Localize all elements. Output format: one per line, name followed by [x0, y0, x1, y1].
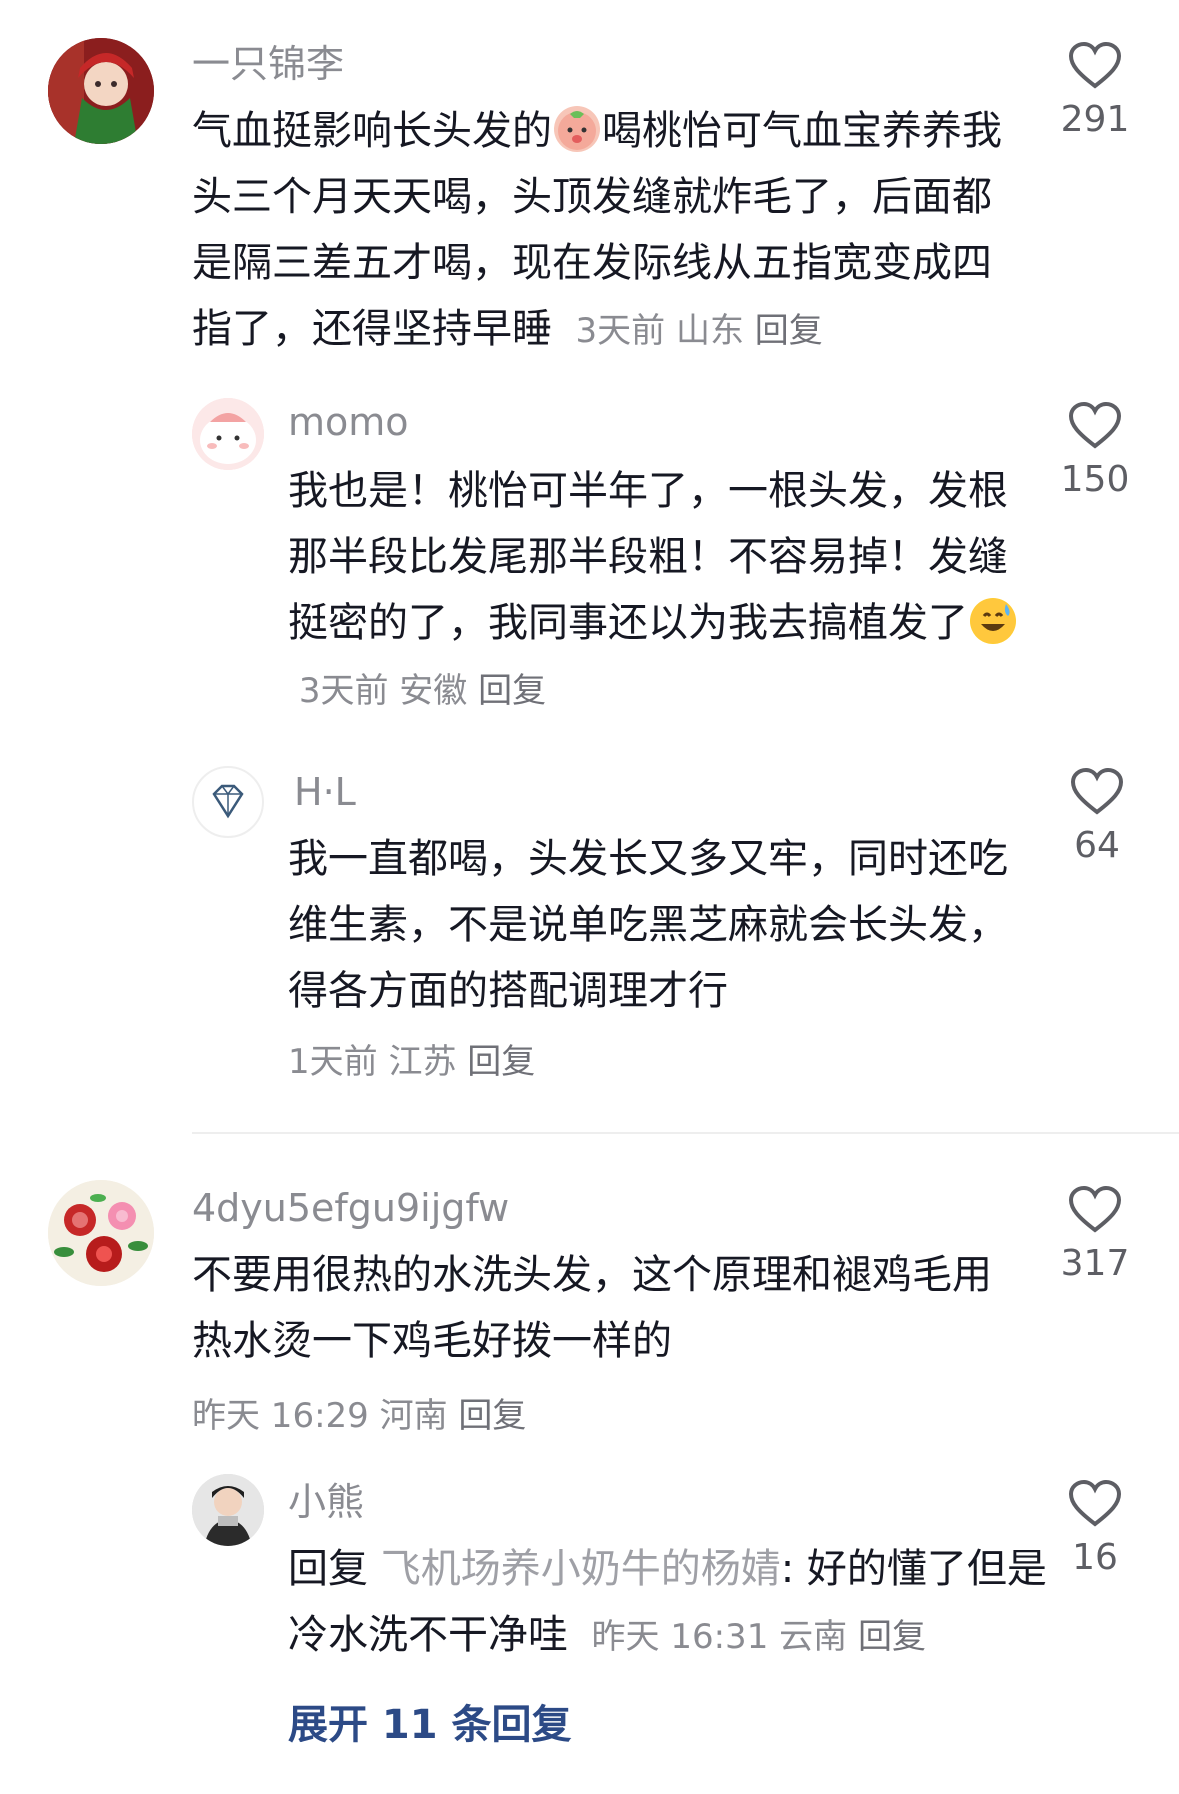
heart-icon — [1068, 1480, 1122, 1527]
like-count: 150 — [1060, 459, 1130, 500]
reply-button[interactable]: 回复 — [858, 1617, 926, 1657]
comment-text-part: 我也是！桃怡可半年了，一根头发，发根那半段比发尾那半段粗！不容易掉！发缝挺密的了… — [288, 468, 1008, 646]
comment-time: 昨天 16:29 — [192, 1396, 369, 1436]
comment-meta: 1天前 江苏 回复 — [288, 1034, 535, 1083]
reply-button[interactable]: 回复 — [458, 1396, 526, 1436]
divider — [192, 1132, 1179, 1134]
heart-icon — [1068, 42, 1122, 89]
girl-red-hood-avatar-icon — [48, 38, 154, 144]
user-avatar[interactable] — [48, 1180, 154, 1286]
user-avatar[interactable] — [192, 766, 264, 838]
user-avatar[interactable] — [192, 1474, 264, 1546]
comment-location: 云南 — [779, 1617, 848, 1657]
diamond-avatar-icon — [212, 784, 244, 819]
peony-flowers-avatar-icon — [48, 1180, 154, 1286]
comment-text: 回复 飞机场养小奶牛的杨婧: 好的懂了但是冷水洗不干净哇 昨天 16:31 云南… — [288, 1536, 1048, 1670]
username[interactable]: H·L — [294, 768, 356, 816]
like-button[interactable]: 64 — [1052, 768, 1142, 868]
like-count: 64 — [1074, 825, 1120, 866]
reply-button[interactable]: 回复 — [467, 1042, 535, 1082]
comment-text-part: 我一直都喝，头发长又多又牢，同时还吃维生素，不是说单吃黑芝麻就会长头发，得各方面… — [288, 836, 1008, 1014]
reply-button[interactable]: 回复 — [478, 671, 546, 711]
comment-location: 安徽 — [399, 671, 468, 711]
heart-icon — [1068, 1186, 1122, 1233]
like-button[interactable]: 16 — [1050, 1480, 1140, 1580]
comment-location: 江苏 — [388, 1042, 457, 1082]
like-button[interactable]: 317 — [1050, 1186, 1140, 1286]
user-avatar[interactable] — [48, 38, 154, 144]
comment-text: 我也是！桃怡可半年了，一根头发，发根那半段比发尾那半段粗！不容易掉！发缝挺密的了… — [288, 458, 1028, 724]
comment-meta: 3天前 山东 回复 — [565, 311, 823, 351]
username[interactable]: 4dyu5efgu9ijgfw — [192, 1184, 509, 1232]
reply-prefix: 回复 — [288, 1546, 368, 1592]
heart-icon — [1070, 768, 1124, 815]
comment-meta: 3天前 安徽 回复 — [288, 671, 546, 711]
user-avatar[interactable] — [192, 398, 264, 470]
expand-replies-button[interactable]: 展开 11 条回复 — [288, 1692, 572, 1750]
username[interactable]: 小熊 — [288, 1478, 364, 1526]
comment-text-part: 气血挺影响长头发的 — [192, 108, 552, 154]
comment-location: 河南 — [379, 1396, 448, 1436]
like-button[interactable]: 291 — [1050, 42, 1140, 142]
like-button[interactable]: 150 — [1050, 402, 1140, 502]
comment-time: 昨天 16:31 — [591, 1617, 769, 1657]
comment-time: 1天前 — [288, 1042, 378, 1082]
pink-cartoon-avatar-icon — [192, 398, 264, 470]
comment-text: 气血挺影响长头发的 喝桃怡可气血宝养养我头三个月天天喝，头顶发缝就炸毛了，后面都… — [192, 98, 1022, 364]
reply-button[interactable]: 回复 — [755, 311, 823, 351]
comment-time: 3天前 — [298, 671, 389, 711]
like-count: 16 — [1072, 1537, 1118, 1578]
comment-meta: 昨天 16:29 河南 回复 — [192, 1388, 526, 1437]
grinning-sweat-emoji-icon — [970, 598, 1016, 644]
mention-link[interactable]: 飞机场养小奶牛的杨婧 — [381, 1546, 781, 1592]
username[interactable]: momo — [288, 398, 409, 446]
comment-text: 不要用很热的水洗头发，这个原理和褪鸡毛用热水烫一下鸡毛好拨一样的 — [192, 1242, 1022, 1374]
like-count: 317 — [1060, 1243, 1130, 1284]
comment-location: 山东 — [675, 311, 744, 351]
username[interactable]: 一只锦李 — [192, 40, 344, 88]
comment-text: 我一直都喝，头发长又多又牢，同时还吃维生素，不是说单吃黑芝麻就会长头发，得各方面… — [288, 826, 1028, 1024]
heart-icon — [1068, 402, 1122, 449]
comment-meta: 昨天 16:31 云南 回复 — [581, 1617, 926, 1657]
comment-text-part: 不要用很热的水洗头发，这个原理和褪鸡毛用热水烫一下鸡毛好拨一样的 — [192, 1252, 992, 1364]
comment-time: 3天前 — [575, 311, 666, 351]
person-scarf-avatar-icon — [192, 1474, 264, 1546]
like-count: 291 — [1060, 99, 1130, 140]
peach-mascot-emoji-icon — [554, 106, 600, 152]
